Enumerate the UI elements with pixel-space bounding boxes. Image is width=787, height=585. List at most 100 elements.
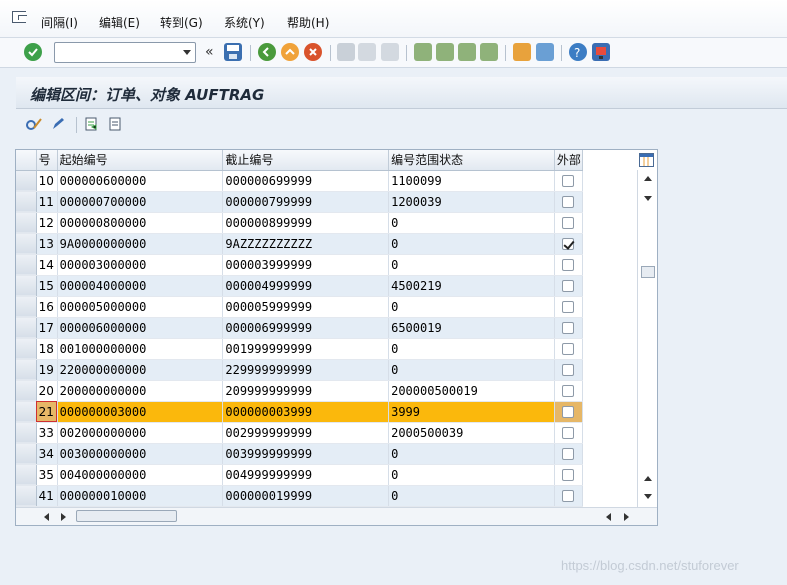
col-header-number[interactable]: 号 xyxy=(36,150,58,171)
vertical-scrollbar[interactable] xyxy=(637,170,657,507)
last-page-icon[interactable] xyxy=(480,43,498,61)
exit-icon[interactable] xyxy=(281,43,299,61)
row-selector[interactable] xyxy=(16,401,37,423)
cell-external[interactable] xyxy=(554,275,584,297)
menu-system[interactable]: 系统(Y) xyxy=(224,14,265,31)
table-row[interactable]: 20 200000000000 209999999999 200000500019 xyxy=(16,380,584,402)
cell-external[interactable] xyxy=(554,254,584,276)
row-selector[interactable] xyxy=(16,338,37,360)
table-row[interactable]: 21 000000003000 000000003999 3999 xyxy=(16,401,584,423)
row-selector[interactable] xyxy=(16,191,37,213)
external-checkbox[interactable] xyxy=(562,196,575,208)
external-checkbox[interactable] xyxy=(562,427,575,439)
horizontal-scrollbar[interactable] xyxy=(16,507,657,525)
external-checkbox[interactable] xyxy=(562,406,575,418)
external-checkbox[interactable] xyxy=(562,322,575,334)
cell-external[interactable] xyxy=(554,317,584,339)
cell-external[interactable] xyxy=(554,380,584,402)
col-header-to-number[interactable]: 截止编号 xyxy=(222,150,390,171)
row-selector[interactable] xyxy=(16,443,37,465)
select-all-header[interactable] xyxy=(16,150,37,171)
external-checkbox[interactable] xyxy=(562,259,575,271)
table-row[interactable]: 12 000000800000 000000899999 0 xyxy=(16,212,584,234)
external-checkbox[interactable] xyxy=(562,175,575,187)
menu-goto[interactable]: 转到(G) xyxy=(160,14,203,31)
external-checkbox[interactable] xyxy=(562,385,575,397)
find-next-icon[interactable] xyxy=(381,43,399,61)
create-session-icon[interactable] xyxy=(513,43,531,61)
find-icon[interactable] xyxy=(358,43,376,61)
cell-external[interactable] xyxy=(554,338,584,360)
table-row[interactable]: 11 000000700000 000000799999 1200039 xyxy=(16,191,584,213)
shortcut-icon[interactable] xyxy=(536,43,554,61)
cell-external[interactable] xyxy=(554,359,584,381)
cancel-icon[interactable] xyxy=(304,43,322,61)
table-row[interactable]: 19 220000000000 229999999999 0 xyxy=(16,359,584,381)
row-selector[interactable] xyxy=(16,233,37,255)
cell-external[interactable] xyxy=(554,233,584,255)
row-selector[interactable] xyxy=(16,275,37,297)
enter-icon[interactable] xyxy=(24,43,42,61)
cell-external[interactable] xyxy=(554,170,584,192)
external-checkbox[interactable] xyxy=(562,238,575,250)
table-row[interactable]: 41 000000010000 000000019999 0 xyxy=(16,485,584,507)
collapse-icon[interactable]: « xyxy=(205,44,214,60)
help-icon[interactable]: ? xyxy=(569,43,587,61)
col-header-external[interactable]: 外部 xyxy=(554,150,584,171)
table-row[interactable]: 13 9A0000000000 9AZZZZZZZZZZ 0 xyxy=(16,233,584,255)
external-checkbox[interactable] xyxy=(562,343,575,355)
cell-external[interactable] xyxy=(554,296,584,318)
scroll-up-icon[interactable] xyxy=(644,176,652,181)
external-checkbox[interactable] xyxy=(562,448,575,460)
scroll-left-icon[interactable] xyxy=(44,513,49,521)
horizontal-scroll-thumb[interactable] xyxy=(76,510,177,522)
row-selector[interactable] xyxy=(16,422,37,444)
cell-external[interactable] xyxy=(554,212,584,234)
cell-external[interactable] xyxy=(554,191,584,213)
scroll-thumb[interactable] xyxy=(641,266,655,278)
insert-interval-icon[interactable] xyxy=(83,115,101,133)
table-row[interactable]: 35 004000000000 004999999999 0 xyxy=(16,464,584,486)
table-row[interactable]: 34 003000000000 003999999999 0 xyxy=(16,443,584,465)
row-selector[interactable] xyxy=(16,485,37,507)
table-row[interactable]: 17 000006000000 000006999999 6500019 xyxy=(16,317,584,339)
cell-external[interactable] xyxy=(554,443,584,465)
row-selector[interactable] xyxy=(16,170,37,192)
system-menu-icon[interactable] xyxy=(12,11,27,23)
print-icon[interactable] xyxy=(337,43,355,61)
row-selector[interactable] xyxy=(16,359,37,381)
external-checkbox[interactable] xyxy=(562,280,575,292)
external-checkbox[interactable] xyxy=(562,490,575,502)
save-icon[interactable] xyxy=(224,43,242,61)
scroll-right-end-icon[interactable] xyxy=(624,513,629,521)
menu-help[interactable]: 帮助(H) xyxy=(287,14,329,31)
first-page-icon[interactable] xyxy=(414,43,432,61)
chevron-down-icon[interactable] xyxy=(183,50,191,55)
previous-page-icon[interactable] xyxy=(436,43,454,61)
row-selector[interactable] xyxy=(16,464,37,486)
scroll-left-end-icon[interactable] xyxy=(606,513,611,521)
external-checkbox[interactable] xyxy=(562,364,575,376)
table-row[interactable]: 14 000003000000 000003999999 0 xyxy=(16,254,584,276)
row-selector[interactable] xyxy=(16,212,37,234)
scroll-up-bottom-icon[interactable] xyxy=(644,476,652,481)
display-change-icon[interactable] xyxy=(25,115,43,133)
cell-external[interactable] xyxy=(554,485,584,507)
external-checkbox[interactable] xyxy=(562,469,575,481)
scroll-down-bottom-icon[interactable] xyxy=(644,494,652,499)
scroll-right-icon[interactable] xyxy=(61,513,66,521)
next-page-icon[interactable] xyxy=(458,43,476,61)
row-selector[interactable] xyxy=(16,296,37,318)
scroll-down-icon[interactable] xyxy=(644,196,652,201)
table-row[interactable]: 15 000004000000 000004999999 4500219 xyxy=(16,275,584,297)
cell-external[interactable] xyxy=(554,401,584,423)
table-row[interactable]: 16 000005000000 000005999999 0 xyxy=(16,296,584,318)
column-settings-icon[interactable] xyxy=(639,153,654,167)
cell-external[interactable] xyxy=(554,422,584,444)
delete-interval-icon[interactable] xyxy=(107,115,125,133)
edit-pencil-icon[interactable] xyxy=(49,115,67,133)
external-checkbox[interactable] xyxy=(562,217,575,229)
table-row[interactable]: 33 002000000000 002999999999 2000500039 xyxy=(16,422,584,444)
row-selector[interactable] xyxy=(16,380,37,402)
back-icon[interactable] xyxy=(258,43,276,61)
